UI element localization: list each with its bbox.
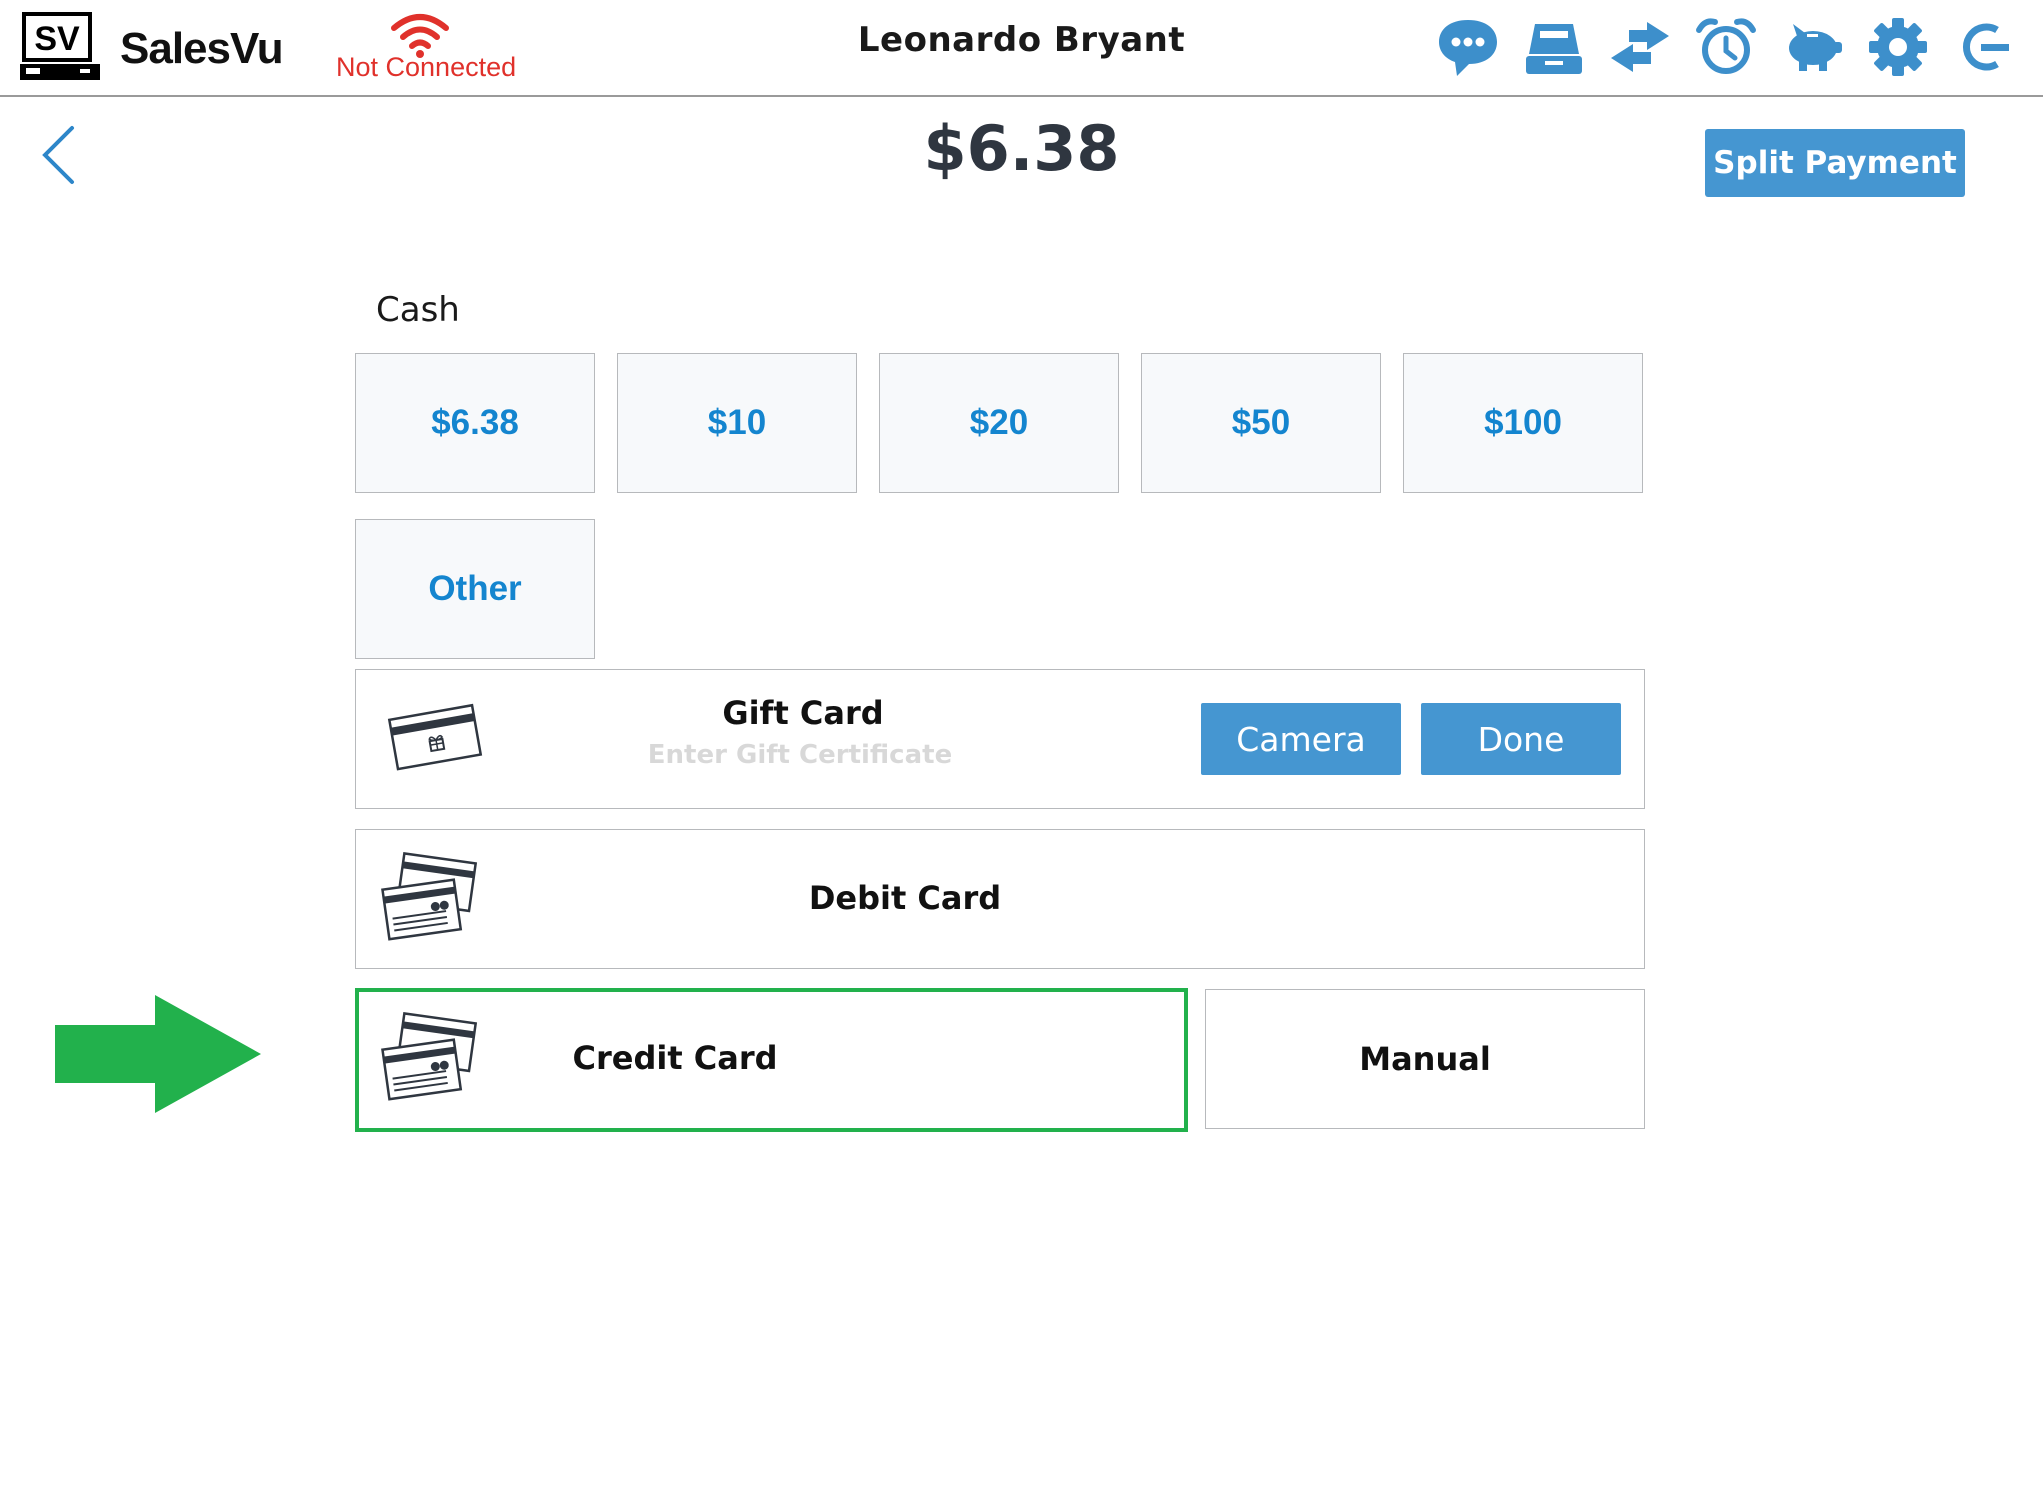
gift-card-label: Gift Card <box>722 694 884 732</box>
alarm-icon[interactable] <box>1693 14 1759 80</box>
camera-button[interactable]: Camera <box>1201 703 1401 775</box>
credit-card-icon <box>381 1012 478 1101</box>
chat-icon[interactable] <box>1435 14 1501 80</box>
settings-icon[interactable] <box>1865 14 1931 80</box>
cash-option-100[interactable]: $100 <box>1403 353 1643 493</box>
debit-card-icon <box>381 852 478 941</box>
cash-option-50[interactable]: $50 <box>1141 353 1381 493</box>
debit-card-label: Debit Card <box>808 879 1002 917</box>
manual-label: Manual <box>1359 1040 1491 1078</box>
gift-card-icon <box>387 703 483 771</box>
register-icon[interactable] <box>1521 14 1587 80</box>
piggy-bank-icon[interactable] <box>1779 14 1845 80</box>
split-payment-button[interactable]: Split Payment <box>1705 129 1965 197</box>
credit-card-label: Credit Card <box>572 1039 778 1077</box>
cash-option-20[interactable]: $20 <box>879 353 1119 493</box>
gift-certificate-input[interactable]: Enter Gift Certificate <box>600 740 1000 770</box>
logout-icon[interactable] <box>1951 14 2017 80</box>
cash-option-other[interactable]: Other <box>355 519 595 659</box>
manual-button[interactable]: Manual <box>1205 989 1645 1129</box>
pointer-arrow-icon <box>55 995 261 1113</box>
cash-option-10[interactable]: $10 <box>617 353 857 493</box>
cash-option-exact[interactable]: $6.38 <box>355 353 595 493</box>
cash-label: Cash <box>376 290 460 330</box>
transfer-icon[interactable] <box>1607 14 1673 80</box>
done-button[interactable]: Done <box>1421 703 1621 775</box>
